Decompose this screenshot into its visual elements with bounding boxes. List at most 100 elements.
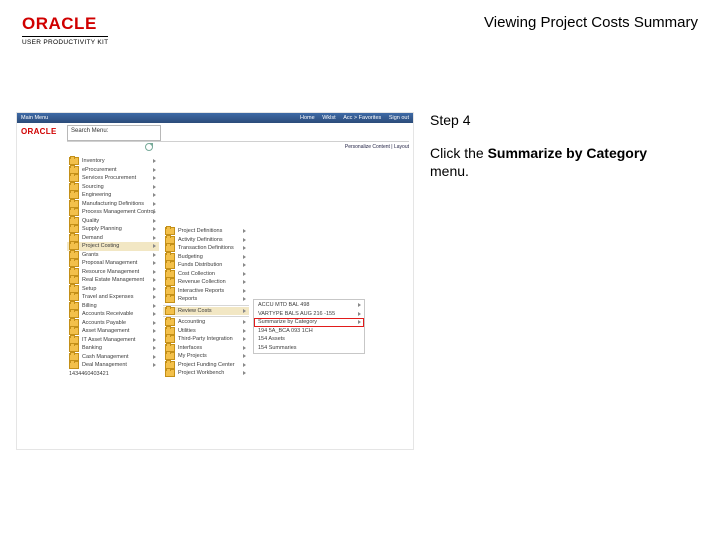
chevron-right-icon [243, 354, 246, 358]
summarize-by-category-item[interactable]: Summarize by Category [254, 318, 364, 327]
main-menu-item[interactable]: Engineering [67, 191, 159, 200]
main-menu-item[interactable]: Manufacturing Definitions [67, 200, 159, 209]
personalize-bar: Personalize Content | Layout [67, 141, 409, 150]
topbar-link-worklist[interactable]: Wklst [322, 115, 335, 121]
menu-item-label: Manufacturing Definitions [82, 200, 144, 209]
folder-icon [165, 307, 175, 315]
menu-item-label: Cash Management [82, 353, 128, 362]
submenu-item[interactable]: Interfaces [163, 344, 249, 353]
submenu-item[interactable]: Transaction Definitions [163, 244, 249, 253]
search-menu-label[interactable]: Search Menu: [67, 125, 161, 141]
step-number: Step 4 [430, 112, 676, 128]
main-menu-item[interactable]: Sourcing [67, 183, 159, 192]
main-menu-item[interactable]: Deal Management [67, 361, 159, 370]
chevron-right-icon [153, 193, 156, 197]
submenu-item[interactable]: Funds Distribution [163, 261, 249, 270]
main-menu-item[interactable]: Grants [67, 251, 159, 260]
topbar-link-home[interactable]: Home [300, 115, 315, 121]
main-menu-item[interactable]: Resource Management [67, 268, 159, 277]
submenu-item[interactable]: Cost Collection [163, 270, 249, 279]
chevron-right-icon [153, 227, 156, 231]
menu-item-label: Funds Distribution [178, 261, 222, 270]
menu-item-label: Project Workbench [178, 369, 224, 378]
chevron-right-icon [243, 238, 246, 242]
main-menu-item[interactable]: Setup [67, 285, 159, 294]
topbar-links: Home Wklst Acc > Favorites Sign out [294, 115, 409, 121]
topbar-user: Main Menu [21, 115, 48, 121]
submenu-item[interactable]: Activity Definitions [163, 236, 249, 245]
submenu-item[interactable]: My Projects [163, 352, 249, 361]
submenu-item[interactable]: Utilities [163, 327, 249, 336]
chevron-right-icon [243, 337, 246, 341]
menu-item-label: Setup [82, 285, 96, 294]
chevron-right-icon [243, 297, 246, 301]
menu-item-label: Third-Party Integration [178, 335, 233, 344]
topbar-link-signout[interactable]: Sign out [389, 115, 409, 121]
chevron-right-icon [243, 280, 246, 284]
chevron-right-icon [243, 229, 246, 233]
submenu-item[interactable]: Project Workbench [163, 369, 249, 378]
menu-item-label: 154 Summaries [258, 344, 297, 353]
submenu-item[interactable]: Reports [163, 295, 249, 304]
main-menu-item[interactable]: eProcurement [67, 166, 159, 175]
main-menu-item[interactable]: Inventory [67, 157, 159, 166]
menu-item-label: Interactive Reports [178, 287, 224, 296]
main-menu-item[interactable]: Banking [67, 344, 159, 353]
chevron-right-icon [243, 255, 246, 259]
main-menu-item[interactable]: IT Asset Management [67, 336, 159, 345]
flyout-item[interactable]: 194 5A_BCA 093 1CH [254, 327, 364, 336]
submenu-item[interactable]: Review Costs [163, 307, 249, 316]
instruction-text: Click the Summarize by Category menu. [430, 144, 676, 180]
menu-item-label: Proposal Management [82, 259, 137, 268]
main-menu-item[interactable]: Process Management Control [67, 208, 159, 217]
main-menu-item[interactable]: Asset Management [67, 327, 159, 336]
instruction-bold: Summarize by Category [488, 145, 648, 161]
submenu-item[interactable]: Accounting [163, 318, 249, 327]
chevron-right-icon [243, 246, 246, 250]
main-menu-item[interactable]: Proposal Management [67, 259, 159, 268]
menu-item-label: Inventory [82, 157, 105, 166]
submenu-item[interactable]: Project Funding Center [163, 361, 249, 370]
menu-item-label: Summarize by Category [258, 318, 317, 327]
chevron-right-icon [358, 303, 361, 307]
brand-subtitle: USER PRODUCTIVITY KIT [22, 36, 108, 46]
main-menu-item[interactable]: Billing [67, 302, 159, 311]
menu-footer: 1434460403421 [67, 370, 159, 379]
submenu-item[interactable]: Revenue Collection [163, 278, 249, 287]
main-menu-item[interactable]: Demand [67, 234, 159, 243]
chevron-right-icon [358, 320, 361, 324]
submenu-item[interactable]: Project Definitions [163, 227, 249, 236]
menu-item-label: Engineering [82, 191, 111, 200]
submenu-item[interactable]: Budgeting [163, 253, 249, 262]
menu-item-label: Utilities [178, 327, 196, 336]
main-menu-item[interactable]: Supply Planning [67, 225, 159, 234]
menu-item-label: Accounting [178, 318, 205, 327]
flyout-item[interactable]: VARTYPE BALS AUG 216 -155 [254, 310, 364, 319]
main-menu-item[interactable]: Services Procurement [67, 174, 159, 183]
personalize-link[interactable]: Personalize Content | Layout [345, 144, 409, 150]
submenu-item[interactable]: Interactive Reports [163, 287, 249, 296]
app-screenshot: Main Menu Home Wklst Acc > Favorites Sig… [16, 112, 414, 450]
menu-item-label: 194 5A_BCA 093 1CH [258, 327, 313, 336]
flyout-item[interactable]: 154 Assets [254, 335, 364, 344]
chevron-right-icon [153, 219, 156, 223]
menu-item-label: Supply Planning [82, 225, 122, 234]
flyout-item[interactable]: ACCU MTD BAL 498 [254, 301, 364, 310]
submenu-item[interactable]: Third-Party Integration [163, 335, 249, 344]
chevron-right-icon [153, 312, 156, 316]
menu-item-label: Budgeting [178, 253, 203, 262]
main-menu-item[interactable]: Travel and Expenses [67, 293, 159, 302]
chevron-right-icon [153, 176, 156, 180]
menu-divider [163, 305, 249, 306]
menu-item-label: VARTYPE BALS AUG 216 -155 [258, 310, 335, 319]
main-menu-item[interactable]: Quality [67, 217, 159, 226]
topbar-link-favorites[interactable]: Acc > Favorites [343, 115, 381, 121]
main-menu-item[interactable]: Accounts Payable [67, 319, 159, 328]
main-menu-item[interactable]: Real Estate Management [67, 276, 159, 285]
main-menu-item[interactable]: Accounts Receivable [67, 310, 159, 319]
chevron-right-icon [243, 329, 246, 333]
main-menu-item[interactable]: Cash Management [67, 353, 159, 362]
flyout-menu: ACCU MTD BAL 498VARTYPE BALS AUG 216 -15… [253, 299, 365, 354]
main-menu-item[interactable]: Project Costing [67, 242, 159, 251]
flyout-item[interactable]: 154 Summaries [254, 344, 364, 353]
